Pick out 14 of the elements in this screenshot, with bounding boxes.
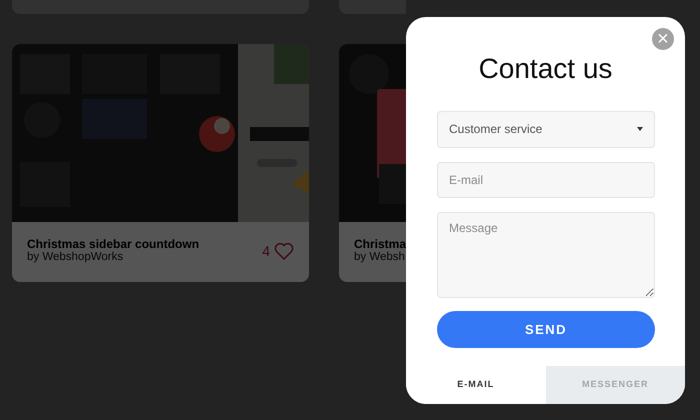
card-author: by WebshopWorks [27,251,124,266]
card-title: Christmas sidebar countdown [27,237,200,252]
dialog-title: Contact us [478,54,614,85]
card-author: by Websh [354,251,406,266]
close-button[interactable]: × [652,28,674,50]
email-field[interactable]: E-mail [437,162,655,198]
topic-select[interactable]: Customer service [437,110,655,148]
caret-icon [637,127,643,132]
tab[interactable]: MESSENGER [546,366,685,404]
heart-icon[interactable] [274,242,294,260]
message-field[interactable]: Message [437,212,655,298]
card-title: Christma [354,237,406,252]
like-count: 4 [262,242,270,261]
send-button[interactable]: SEND [437,310,655,348]
